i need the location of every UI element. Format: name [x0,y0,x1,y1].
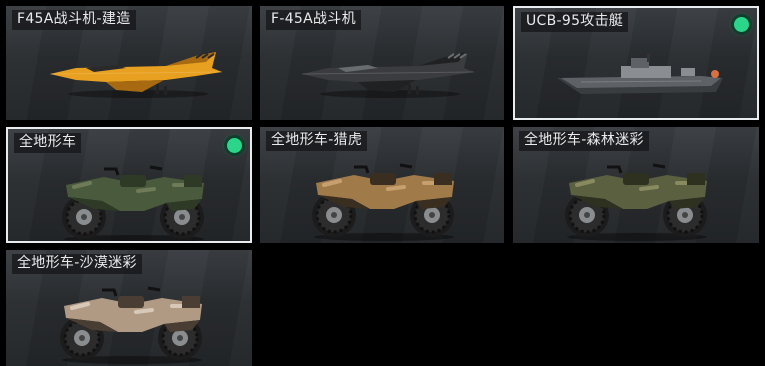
skin-name: F-45A战斗机 [266,10,361,30]
skin-name: 全地形车-猎虎 [266,131,368,151]
skin-card-atv-tiger[interactable]: 全地形车-猎虎 [260,127,504,243]
atv-image [565,163,707,241]
equipped-indicator-icon [227,138,242,153]
atv-image [62,165,204,241]
fighter-jet-image [301,52,475,98]
equipped-indicator-icon [734,17,749,32]
skin-card-f45a[interactable]: F-45A战斗机 [260,6,504,120]
skin-card-f45a-build[interactable]: F45A战斗机-建造 [6,6,252,120]
skin-name: 全地形车-森林迷彩 [519,131,649,151]
skin-card-atv[interactable]: 全地形车 [6,127,252,243]
skin-card-atv-desert[interactable]: 全地形车-沙漠迷彩 [6,250,252,366]
atv-image [312,163,454,241]
attack-boat-image [557,54,723,94]
skin-card-ucb95[interactable]: UCB-95攻击艇 [513,6,759,120]
skin-name: UCB-95攻击艇 [521,12,629,32]
skin-name: 全地形车-沙漠迷彩 [12,254,142,274]
skin-name: F45A战斗机-建造 [12,10,136,30]
skin-card-atv-forest[interactable]: 全地形车-森林迷彩 [513,127,759,243]
skin-name: 全地形车 [14,133,82,153]
fighter-jet-image [49,52,223,98]
skin-grid: F45A战斗机-建造 F-45A战斗机 UCB-95攻击艇 全地形车 全地形车-… [0,0,765,366]
atv-image [60,286,202,364]
